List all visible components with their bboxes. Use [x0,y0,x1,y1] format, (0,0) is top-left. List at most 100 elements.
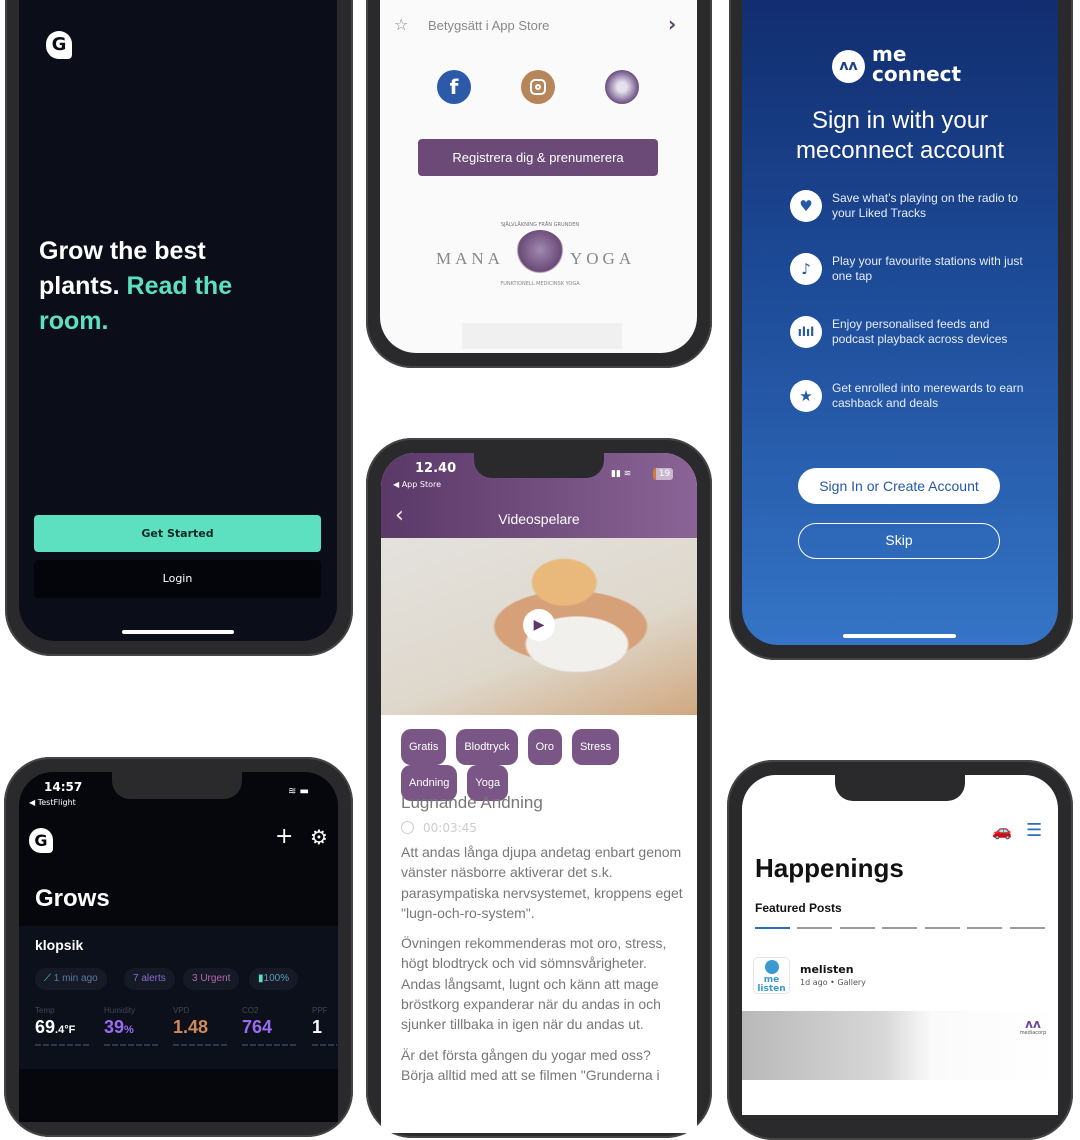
post-meta: 1d ago • Gallery [800,978,866,987]
grow-logo-icon: G [29,828,53,853]
status-time: 12.40 [415,461,457,476]
trend-icon: ⟋ [44,973,54,984]
star-icon: ☆ [394,15,409,34]
mediacorp-logo: ʌʌ mediacorp [1018,1018,1048,1036]
metric-label: PPF [312,1006,328,1015]
grow-name: klopsik [35,937,84,953]
equalizer-icon: ılıl [790,316,822,348]
feature-liked-tracks: ♥ Save what’s playing on the radio to you… [790,190,1030,230]
metric-value: 39 [104,1017,125,1037]
meconnect-wave-icon: ʌʌ [832,50,865,83]
description-paragraph: Att andas långa djupa andetag enbart gen… [401,844,683,921]
page-title: Grows [35,885,110,912]
post-image[interactable] [742,1011,1058,1080]
register-subscribe-button[interactable]: Registrera dig & prenumerera [418,139,658,176]
carousel-indicator[interactable] [1010,927,1045,929]
sign-in-create-account-button[interactable]: Sign In or Create Account [798,468,1000,504]
headline-part: plants. [39,272,120,300]
chevron-right-icon[interactable]: › [668,12,676,36]
headline-part: Grow the best [39,237,206,265]
video-player-screen: 12.40 ◀ App Store ▮▮ ≋ 19 ‹ Videospelare… [381,453,697,1133]
carousel-indicator[interactable] [925,927,960,929]
wifi-battery-icon: ≋ ▬ [288,786,310,797]
metric-co2: CO2 764 [242,1006,298,1046]
back-to-app-store[interactable]: ◀ App Store [393,480,441,489]
metric-temp: Temp 69.4°F [35,1006,91,1046]
metric-value: 1.48 [173,1017,209,1037]
urgent-chip[interactable]: 3 Urgent [183,968,240,990]
carousel-indicator-active[interactable] [755,927,790,929]
video-title: Lugnande Andning [401,793,543,812]
watermark-text: mediacorp [1019,1030,1047,1036]
feature-merewards: ★ Get enrolled into merewards to earn cas… [790,380,1030,420]
home-indicator [122,630,234,634]
feature-text: Save what’s playing on the radio to your… [832,191,1018,220]
onboarding-headline: Grow the best plants. Read the room. [39,234,299,339]
post-author[interactable]: melisten [800,963,854,976]
signal-wifi-icon: ▮▮ ≋ [611,469,632,479]
login-button[interactable]: Login [34,560,321,598]
meconnect-heading: Sign in with your meconnect account [760,106,1040,166]
description-paragraph: Övningen rekommenderas mot oro, stress, … [401,935,667,1033]
mana-yoga-tree-icon[interactable] [605,70,639,104]
heart-icon: ♥ [790,190,822,222]
page-title: Happenings [755,853,904,883]
melisten-avatar[interactable]: me listen [753,957,790,994]
metric-humidity: Humidity 39% [104,1006,160,1046]
carousel-indicator[interactable] [967,927,1002,929]
video-duration: 00:03:45 [423,821,477,835]
metric-range-bar [35,1044,91,1046]
heading-line: Sign in with your [811,107,989,134]
avatar-wave-icon [764,960,779,974]
logo-text: connect [872,62,962,86]
skip-button[interactable]: Skip [798,523,1000,559]
get-started-button[interactable]: Get Started [34,515,321,552]
tree-logo-icon [515,230,565,280]
placeholder-bar [462,323,622,349]
metric-unit: .4°F [55,1024,76,1036]
facebook-icon[interactable]: f [437,70,471,104]
nav-title: Videospelare [498,511,580,527]
alerts-chip[interactable]: 7 alerts [124,968,175,990]
logo-left-text: MANA [436,249,504,268]
carousel-indicator[interactable] [882,927,917,929]
mana-yoga-logo: SJÄLVLÄKNING FRÅN GRUNDEN MANA YOGA FUNK… [420,222,660,302]
logo-right-text: YOGA [570,249,636,268]
metric-label: Temp [35,1006,55,1015]
metric-label: VPD [173,1006,190,1015]
feature-text: Play your favourite stations with just o… [832,254,1023,283]
home-indicator [843,634,956,638]
traffic-cars-icon[interactable]: 🚗 [992,821,1012,840]
carousel-indicator[interactable] [797,927,832,929]
gear-icon[interactable]: ⚙ [310,826,328,848]
instagram-icon[interactable] [521,70,555,104]
notch [835,775,965,801]
meconnect-logo: ʌʌ me connect [832,44,972,88]
add-grow-button[interactable]: + [275,826,293,848]
carousel-indicator[interactable] [840,927,875,929]
logo-arc-text: SJÄLVLÄKNING FRÅN GRUNDEN [500,222,580,228]
rate-app-store-item[interactable]: Betygsätt i App Store [428,18,549,33]
tag-list: Gratis Blodtryck Oro Stress Andning Yoga [401,729,681,801]
back-to-testflight[interactable]: ◀ TestFlight [29,798,76,807]
metric-range-bar [104,1044,160,1046]
clock-icon [401,821,414,834]
heading-line: meconnect account [795,137,1005,164]
tag-chip[interactable]: Stress [571,729,620,765]
logo-tagline: FUNKTIONELL MEDICINSK YOGA [500,281,580,287]
play-button[interactable]: ▶ [523,609,555,641]
battery-indicator: 19 [653,468,673,480]
logo-text: me [872,42,907,66]
tag-chip[interactable]: Oro [527,729,562,765]
metric-range-bar [242,1044,298,1046]
feature-text: Enjoy personalised feeds and podcast pla… [832,317,1008,346]
music-note-icon: ♪ [790,253,822,285]
section-title: Featured Posts [755,901,842,915]
mana-yoga-settings-screen: ☆ Betygsätt i App Store › f Registrera d… [380,0,697,353]
feature-stations: ♪ Play your favourite stations with just … [790,253,1030,293]
filter-sliders-icon[interactable]: ☰ [1026,820,1042,841]
tag-chip[interactable]: Gratis [401,729,447,765]
description-paragraph: Är det första gången du yogar med oss? B… [401,1046,660,1083]
notch [112,772,242,799]
tag-chip[interactable]: Blodtryck [456,729,518,765]
